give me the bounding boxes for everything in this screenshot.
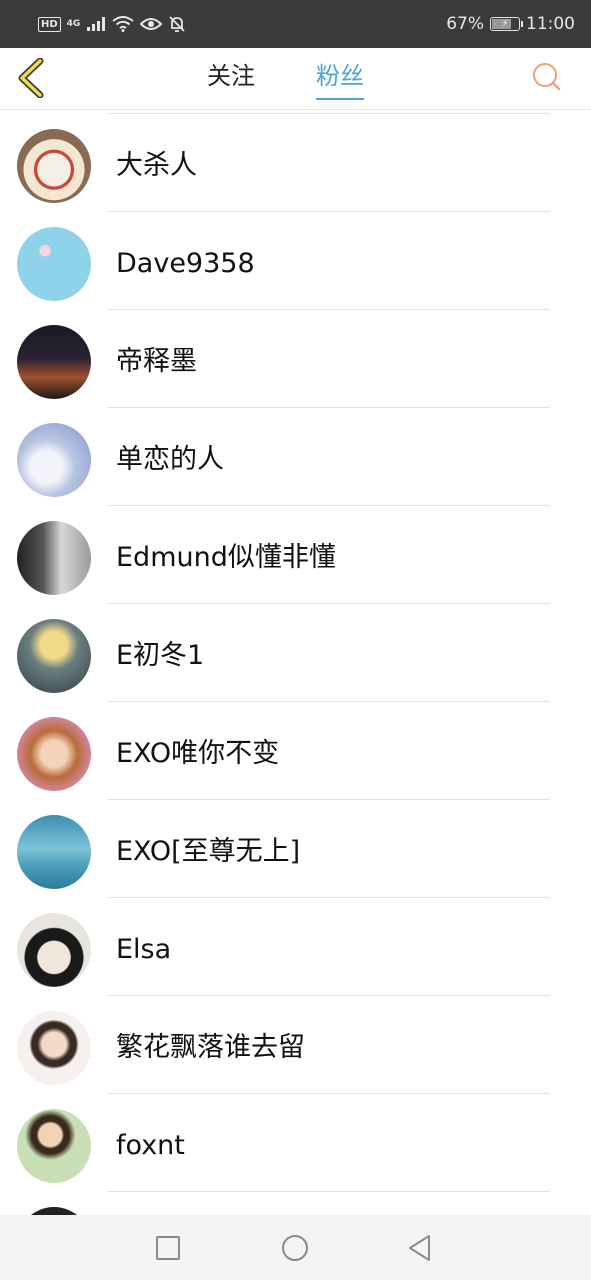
- back-chevron-icon[interactable]: [14, 58, 50, 98]
- active-tab-indicator: [316, 98, 364, 100]
- system-nav-bar: [0, 1215, 591, 1280]
- fan-name: E初冬1: [116, 640, 205, 671]
- back-icon[interactable]: [405, 1233, 435, 1263]
- tab-fans-label: 粉丝: [316, 62, 364, 90]
- avatar: [17, 913, 91, 987]
- avatar: [17, 1207, 91, 1215]
- battery-icon: ⚡: [490, 17, 523, 31]
- avatar: [17, 717, 91, 791]
- fan-row[interactable]: Elsa: [0, 898, 591, 996]
- fan-row[interactable]: 单恋的人: [0, 408, 591, 506]
- eye-icon: [140, 18, 163, 30]
- clock: 11:00: [526, 14, 575, 34]
- fan-name: foxnt: [116, 1130, 185, 1161]
- fan-name: Dave9358: [116, 248, 255, 279]
- status-bar: HD 4G 67% ⚡ 11:00: [0, 0, 591, 48]
- avatar: [17, 227, 91, 301]
- header: 关注 粉丝: [0, 48, 591, 110]
- wifi-icon: [112, 16, 134, 32]
- tab-following-label: 关注: [207, 62, 255, 90]
- fan-row[interactable]: E初冬1: [0, 604, 591, 702]
- avatar: [17, 619, 91, 693]
- avatar: [17, 129, 91, 203]
- bell-off-icon: [169, 16, 185, 32]
- network-type: 4G: [66, 19, 81, 29]
- avatar: [17, 1109, 91, 1183]
- fan-row[interactable]: foxnt: [0, 1094, 591, 1192]
- fan-name: EXO唯你不变: [116, 738, 280, 769]
- fan-name: Elsa: [116, 934, 172, 965]
- fan-name: 帝释墨: [116, 346, 197, 377]
- search-icon[interactable]: [530, 60, 564, 94]
- signal-icon: [87, 17, 106, 31]
- status-icons-right: 67% ⚡ 11:00: [446, 14, 575, 34]
- fan-name: Edmund似懂非懂: [116, 542, 336, 573]
- fan-row[interactable]: Dave9358: [0, 212, 591, 310]
- fan-name: 繁花飘落谁去留: [116, 1032, 305, 1063]
- fan-row[interactable]: 大杀人: [0, 114, 591, 212]
- fans-list[interactable]: 大杀人 Dave9358 帝释墨 单恋的人 Edmund似懂非懂 E初冬1 EX…: [0, 110, 591, 1215]
- status-icons-left: HD 4G: [38, 15, 186, 33]
- fan-row[interactable]: EXO[至尊无上]: [0, 800, 591, 898]
- fan-row[interactable]: Edmund似懂非懂: [0, 506, 591, 604]
- home-icon[interactable]: [280, 1233, 310, 1263]
- fan-row[interactable]: EXO唯你不变: [0, 702, 591, 800]
- fan-row[interactable]: 帝释墨: [0, 310, 591, 408]
- recent-apps-icon[interactable]: [153, 1233, 183, 1263]
- avatar: [17, 423, 91, 497]
- fan-name: EXO[至尊无上]: [116, 836, 301, 867]
- tab-fans[interactable]: 粉丝: [316, 60, 364, 100]
- battery-percent: 67%: [446, 14, 484, 34]
- avatar: [17, 325, 91, 399]
- fan-name: 单恋的人: [116, 444, 224, 475]
- avatar: [17, 1011, 91, 1085]
- charging-bolt-icon: ⚡: [501, 19, 509, 29]
- hd-badge: HD: [38, 16, 61, 32]
- tab-following[interactable]: 关注: [207, 60, 255, 92]
- fan-row[interactable]: 繁花飘落谁去留: [0, 996, 591, 1094]
- fan-row[interactable]: [0, 1192, 591, 1215]
- avatar: [17, 815, 91, 889]
- fan-name: 大杀人: [116, 150, 197, 181]
- avatar: [17, 521, 91, 595]
